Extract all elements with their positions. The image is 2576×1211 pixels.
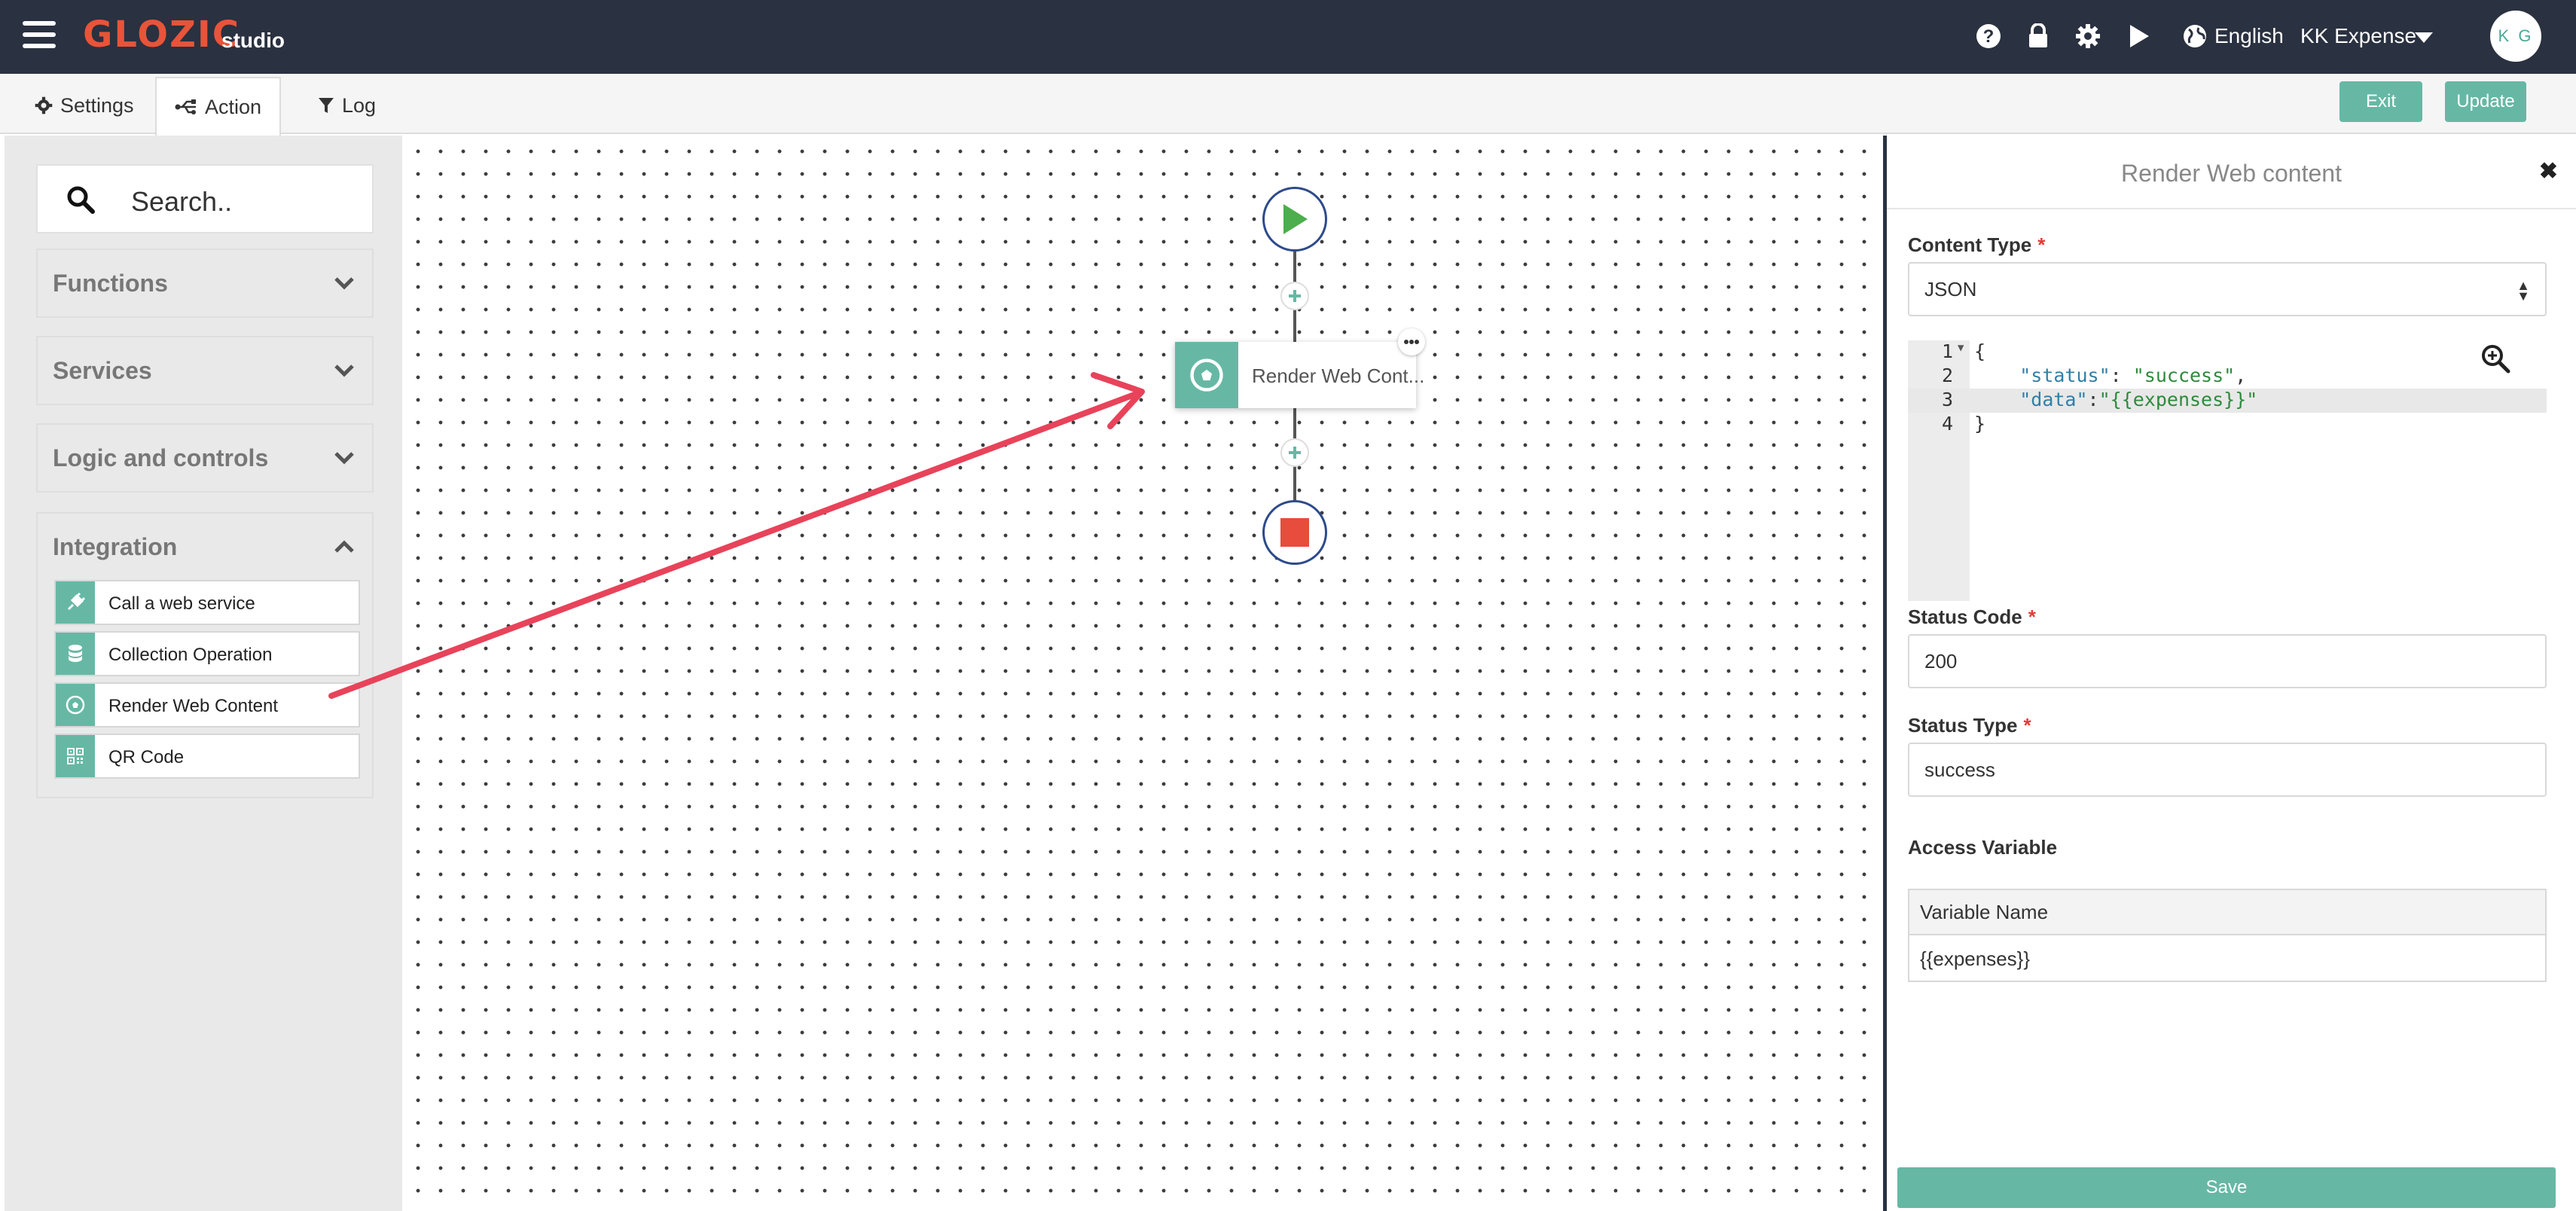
select-arrows-icon: ▲ ▼: [2516, 278, 2530, 304]
code-line: 4 }: [1941, 413, 1986, 435]
code-line: 3 "data":"{{expenses}}": [1908, 389, 2547, 413]
zoom-in-icon[interactable]: [2480, 343, 2510, 374]
status-code-value: 200: [1924, 649, 1958, 673]
access-variable-label: Access Variable: [1908, 836, 2058, 859]
status-type-field[interactable]: success: [1908, 743, 2547, 797]
status-code-field[interactable]: 200: [1908, 634, 2547, 688]
content-type-label: Content Type *: [1908, 233, 2046, 256]
status-type-label: Status Type *: [1908, 714, 2031, 737]
close-icon[interactable]: ✖: [2539, 158, 2558, 185]
status-code-label: Status Code *: [1908, 606, 2036, 628]
save-button[interactable]: Save: [1897, 1167, 2556, 1208]
variable-name-cell[interactable]: {{expenses}}: [1909, 937, 2545, 981]
code-line: 2 "status": "success",: [1941, 365, 2247, 386]
properties-panel: Render Web content ✖ Content Type * JSON …: [1883, 136, 2576, 1211]
status-type-value: success: [1924, 758, 1995, 781]
json-code-editor[interactable]: 1 ▼ { 2 "status": "success", 3 "data":"{{…: [1908, 340, 2547, 601]
content-type-select[interactable]: JSON ▲ ▼: [1908, 262, 2547, 316]
panel-header: Render Web content ✖: [1887, 136, 2576, 209]
panel-title: Render Web content: [2121, 160, 2342, 187]
access-variable-table: Variable Name {{expenses}}: [1908, 889, 2547, 982]
variable-name-header: Variable Name: [1909, 890, 2545, 935]
content-type-value: JSON: [1924, 277, 1977, 300]
code-line: 1 ▼ {: [1941, 340, 1986, 362]
